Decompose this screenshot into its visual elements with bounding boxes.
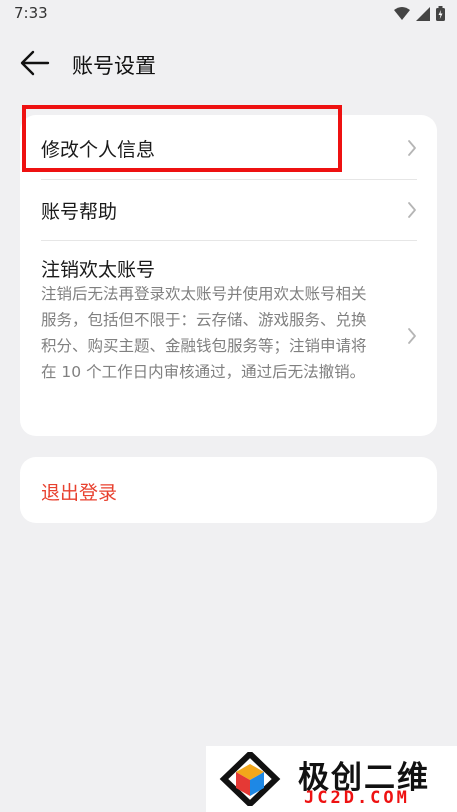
battery-icon — [436, 6, 445, 21]
logout-button[interactable]: 退出登录 — [41, 478, 117, 505]
status-icons — [394, 6, 445, 21]
header: 账号设置 — [0, 40, 457, 86]
watermark-url: JC2D.COM — [304, 788, 410, 808]
account-help-item[interactable]: 账号帮助 — [20, 180, 437, 240]
signal-icon — [416, 6, 430, 21]
logo-icon — [219, 752, 281, 806]
status-bar: 7:33 — [0, 0, 457, 28]
page-title: 账号设置 — [72, 54, 156, 78]
account-help-label: 账号帮助 — [41, 201, 118, 223]
chevron-right-icon — [408, 202, 416, 218]
status-time: 7:33 — [14, 4, 48, 22]
chevron-right-icon — [408, 140, 416, 156]
chevron-right-icon — [408, 328, 416, 344]
watermark: 极创二维 JC2D.COM — [206, 746, 457, 812]
delete-account-item[interactable]: 注销欢太账号 注销后无法再登录欢太账号并使用欢太账号相关服务，包括但不限于：云存… — [20, 241, 437, 436]
back-arrow-icon[interactable] — [18, 48, 52, 78]
delete-account-label: 注销欢太账号 — [41, 259, 156, 281]
highlight-box — [22, 105, 342, 172]
logout-card: 退出登录 — [20, 457, 437, 523]
delete-account-description: 注销后无法再登录欢太账号并使用欢太账号相关服务，包括但不限于：云存储、游戏服务、… — [41, 285, 367, 381]
wifi-icon — [394, 7, 410, 20]
